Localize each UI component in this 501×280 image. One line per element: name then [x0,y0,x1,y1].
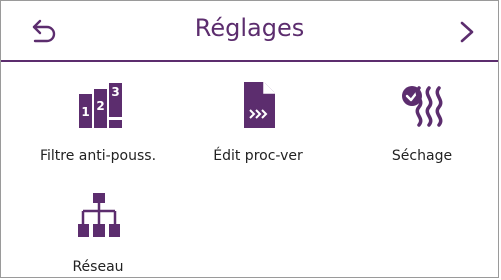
tile-label: Filtre anti-pouss. [39,148,157,164]
chevron-right-icon[interactable] [455,18,479,46]
page-title: Réglages [194,14,305,42]
drying-icon [402,86,443,127]
tile-document-edit[interactable]: Édit proc-ver [173,80,343,180]
svg-text:2: 2 [96,99,104,113]
document-edit-icon [244,82,275,128]
svg-text:3: 3 [111,85,119,99]
tile-filter[interactable]: 1 2 3 Filtre anti-pouss. [13,80,183,180]
filter-icon: 1 2 3 [79,83,122,128]
tile-label: Réseau [72,259,124,275]
network-icon [78,193,120,237]
tile-network[interactable]: Réseau [13,191,183,277]
header-bar: Réglages [1,1,498,62]
settings-screen: Réglages 1 2 3 Filtre anti-pouss. Édit p… [0,0,499,278]
tile-drying[interactable]: Séchage [337,80,498,180]
tile-label: Édit proc-ver [213,148,303,164]
tile-label: Séchage [391,148,453,164]
svg-text:1: 1 [81,105,89,119]
